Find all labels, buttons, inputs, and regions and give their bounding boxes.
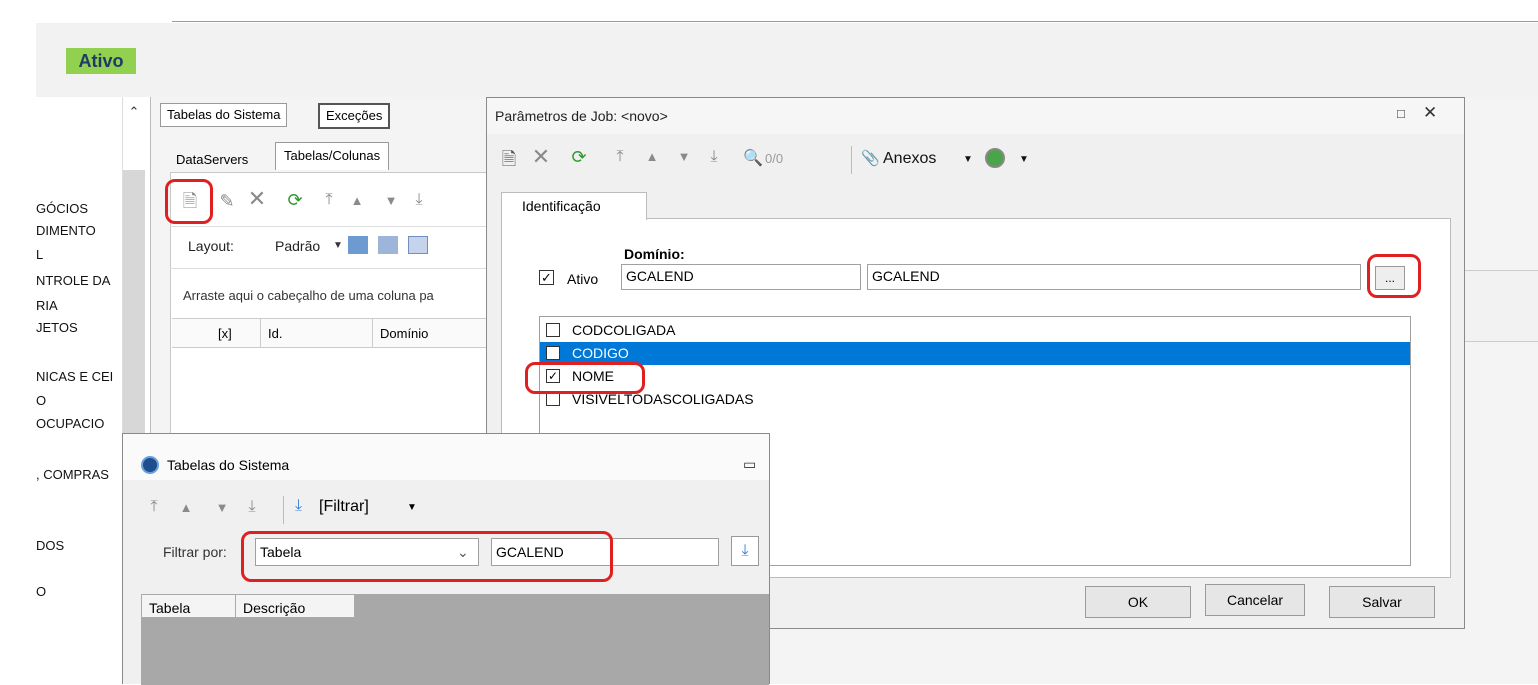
refresh-icon[interactable]: ⟳ bbox=[282, 189, 308, 211]
column-name: CODCOLIGADA bbox=[572, 322, 676, 338]
dialog-title: Parâmetros de Job: <novo> bbox=[487, 98, 1464, 134]
background-grid-strip bbox=[1465, 270, 1538, 342]
last-record-icon[interactable]: ⤓ bbox=[408, 189, 430, 211]
column-separator bbox=[260, 318, 261, 348]
checkbox[interactable] bbox=[546, 323, 560, 337]
delete-icon[interactable]: ✕ bbox=[529, 146, 553, 168]
sidebar-item[interactable]: O bbox=[36, 393, 122, 408]
group-by-hint: Arraste aqui o cabeçalho de uma coluna p… bbox=[183, 288, 434, 303]
minimize-icon[interactable]: ▭ bbox=[743, 456, 756, 473]
sidebar-item[interactable]: NICAS E CEI bbox=[36, 369, 122, 384]
close-icon[interactable]: ✕ bbox=[1423, 103, 1437, 123]
paperclip-icon[interactable]: 📎 bbox=[861, 149, 880, 167]
filter-by-label: Filtrar por: bbox=[163, 544, 227, 560]
ativo-label: Ativo bbox=[567, 271, 599, 287]
list-item-selected[interactable]: CODIGO bbox=[540, 342, 1410, 365]
list-item[interactable]: ✓ NOME bbox=[540, 365, 1410, 388]
system-tables-dialog: Tabelas do Sistema ▭ ⤒ ▲ ▼ ⤓ ⤓ [Filtrar]… bbox=[122, 433, 770, 685]
dialog-title: Tabelas do Sistema bbox=[123, 434, 769, 480]
next-record-icon[interactable]: ▼ bbox=[211, 497, 233, 519]
column-header-dominio[interactable]: Domínio bbox=[380, 326, 428, 341]
column-header-tabela[interactable]: Tabela bbox=[149, 600, 190, 616]
sidebar-item[interactable]: OCUPACIO bbox=[36, 416, 122, 431]
toolbar-separator bbox=[851, 146, 852, 174]
chevron-down-icon[interactable]: ▼ bbox=[1019, 154, 1029, 165]
previous-record-icon[interactable]: ▲ bbox=[641, 146, 663, 168]
first-record-icon[interactable]: ⤒ bbox=[318, 189, 340, 211]
chevron-down-icon[interactable]: ▼ bbox=[407, 502, 417, 513]
header-band bbox=[36, 23, 1538, 97]
globe-icon[interactable] bbox=[985, 148, 1005, 168]
list-item[interactable]: CODCOLIGADA bbox=[540, 319, 1410, 342]
attachments-button[interactable]: Anexos bbox=[883, 150, 936, 168]
previous-record-icon[interactable]: ▲ bbox=[175, 497, 197, 519]
toolbar-separator bbox=[283, 496, 284, 524]
last-record-icon[interactable]: ⤓ bbox=[703, 146, 725, 168]
highlight-filter-row bbox=[241, 531, 613, 582]
column-separator bbox=[235, 594, 236, 618]
apply-filter-icon[interactable]: ⤓ bbox=[731, 536, 759, 566]
column-name: CODIGO bbox=[572, 345, 629, 361]
column-header-id[interactable]: Id. bbox=[268, 326, 282, 341]
sidebar-item[interactable]: , COMPRAS bbox=[36, 467, 122, 482]
next-record-icon[interactable]: ▼ bbox=[380, 190, 402, 212]
checkbox[interactable] bbox=[546, 392, 560, 406]
sidebar-item[interactable]: GÓCIOS bbox=[36, 201, 122, 216]
tab-tabelas-do-sistema[interactable]: Tabelas do Sistema bbox=[160, 103, 288, 127]
toolbar-divider bbox=[170, 226, 490, 227]
record-counter: 0/0 bbox=[765, 151, 784, 166]
restore-icon[interactable]: □ bbox=[1397, 106, 1405, 121]
find-icon[interactable]: 🔍 bbox=[743, 148, 763, 168]
tab-excecoes[interactable]: Exceções bbox=[318, 103, 391, 129]
sidebar-item[interactable]: DOS bbox=[36, 538, 122, 553]
subtab-tabelas-colunas[interactable]: Tabelas/Colunas bbox=[275, 142, 390, 170]
dominio-name-field[interactable]: GCALEND bbox=[867, 264, 1361, 290]
dominio-code-field[interactable]: GCALEND bbox=[621, 264, 861, 290]
layout-divider bbox=[170, 268, 490, 269]
sidebar-item[interactable]: O bbox=[36, 584, 122, 599]
highlight-browse-button bbox=[1367, 254, 1421, 298]
delete-icon[interactable]: ✕ bbox=[244, 188, 270, 210]
sidebar-item[interactable]: NTROLE DA bbox=[36, 273, 122, 288]
layout-save-icon[interactable] bbox=[348, 236, 368, 254]
next-record-icon[interactable]: ▼ bbox=[673, 146, 695, 168]
sidebar-item[interactable]: RIA bbox=[36, 298, 122, 313]
last-record-icon[interactable]: ⤓ bbox=[241, 496, 263, 518]
status-badge: Ativo bbox=[66, 48, 136, 74]
app-icon bbox=[141, 456, 159, 474]
layout-load-icon[interactable] bbox=[378, 236, 398, 254]
layout-grid-icon[interactable] bbox=[408, 236, 428, 254]
chevron-down-icon[interactable]: ▼ bbox=[963, 154, 973, 165]
save-button[interactable]: Salvar bbox=[1329, 586, 1435, 618]
column-header-descricao[interactable]: Descrição bbox=[243, 600, 305, 616]
subtab-dataservers[interactable]: DataServers bbox=[170, 148, 255, 172]
sidebar-item[interactable]: JETOS bbox=[36, 320, 122, 335]
new-icon[interactable]: 🗎 bbox=[497, 148, 521, 170]
checkbox[interactable] bbox=[546, 346, 560, 360]
column-separator bbox=[372, 318, 373, 348]
previous-record-icon[interactable]: ▲ bbox=[346, 190, 368, 212]
column-header-selected[interactable]: [x] bbox=[218, 326, 232, 341]
first-record-icon[interactable]: ⤒ bbox=[143, 496, 165, 518]
highlight-new-button bbox=[165, 179, 213, 224]
layout-dropdown[interactable]: Padrão bbox=[275, 238, 320, 254]
scroll-up-icon[interactable]: ⌃ bbox=[124, 104, 144, 120]
dominio-label: Domínio: bbox=[624, 246, 685, 262]
filter-icon[interactable]: ⤓ bbox=[295, 497, 302, 515]
list-item[interactable]: VISIVELTODASCOLIGADAS bbox=[540, 388, 1410, 411]
layout-label: Layout: bbox=[188, 238, 234, 254]
ativo-checkbox[interactable]: ✓ bbox=[539, 270, 554, 285]
top-divider bbox=[172, 21, 1538, 22]
chevron-down-icon[interactable]: ▼ bbox=[333, 240, 343, 251]
edit-icon[interactable]: ✎ bbox=[214, 190, 240, 212]
cancel-button[interactable]: Cancelar bbox=[1205, 584, 1305, 616]
sidebar-item[interactable]: L bbox=[36, 247, 122, 262]
highlight-nome-row bbox=[525, 362, 645, 394]
tab-identificacao[interactable]: Identificação bbox=[501, 192, 647, 220]
filter-button[interactable]: [Filtrar] bbox=[319, 498, 369, 516]
sidebar-item[interactable]: DIMENTO bbox=[36, 223, 122, 238]
refresh-icon[interactable]: ⟳ bbox=[567, 146, 591, 168]
first-record-icon[interactable]: ⤒ bbox=[609, 146, 631, 168]
ok-button[interactable]: OK bbox=[1085, 586, 1191, 618]
